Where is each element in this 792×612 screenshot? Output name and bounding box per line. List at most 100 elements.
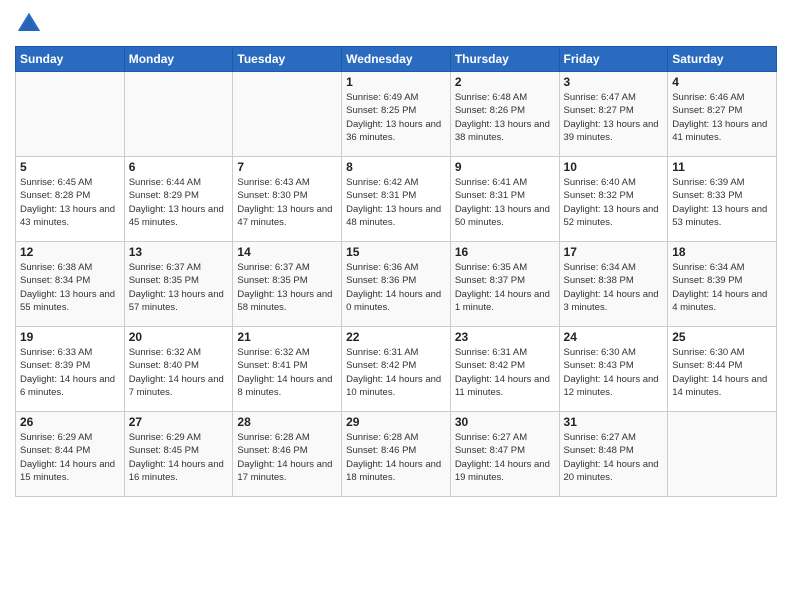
day-number: 17 <box>564 245 664 259</box>
day-number: 23 <box>455 330 555 344</box>
day-info: Sunrise: 6:29 AM Sunset: 8:45 PM Dayligh… <box>129 431 229 484</box>
day-info: Sunrise: 6:43 AM Sunset: 8:30 PM Dayligh… <box>237 176 337 229</box>
calendar-cell: 27 Sunrise: 6:29 AM Sunset: 8:45 PM Dayli… <box>124 412 233 497</box>
day-number: 6 <box>129 160 229 174</box>
day-number: 10 <box>564 160 664 174</box>
calendar-cell: 1 Sunrise: 6:49 AM Sunset: 8:25 PM Daylig… <box>342 72 451 157</box>
day-info: Sunrise: 6:35 AM Sunset: 8:37 PM Dayligh… <box>455 261 555 314</box>
day-info: Sunrise: 6:38 AM Sunset: 8:34 PM Dayligh… <box>20 261 120 314</box>
day-info: Sunrise: 6:41 AM Sunset: 8:31 PM Dayligh… <box>455 176 555 229</box>
header-row: SundayMondayTuesdayWednesdayThursdayFrid… <box>16 47 777 72</box>
day-number: 31 <box>564 415 664 429</box>
calendar-cell: 25Sunrise: 6:30 AM Sunset: 8:44 PM Dayli… <box>668 327 777 412</box>
calendar-week-1: 1 Sunrise: 6:49 AM Sunset: 8:25 PM Daylig… <box>16 72 777 157</box>
column-header-monday: Monday <box>124 47 233 72</box>
calendar-cell: 3 Sunrise: 6:47 AM Sunset: 8:27 PM Daylig… <box>559 72 668 157</box>
calendar-cell <box>124 72 233 157</box>
column-header-saturday: Saturday <box>668 47 777 72</box>
calendar-body: 1 Sunrise: 6:49 AM Sunset: 8:25 PM Daylig… <box>16 72 777 497</box>
day-info: Sunrise: 6:29 AM Sunset: 8:44 PM Dayligh… <box>20 431 120 484</box>
column-header-thursday: Thursday <box>450 47 559 72</box>
calendar-cell: 5 Sunrise: 6:45 AM Sunset: 8:28 PM Daylig… <box>16 157 125 242</box>
day-number: 4 <box>672 75 772 89</box>
day-info: Sunrise: 6:37 AM Sunset: 8:35 PM Dayligh… <box>237 261 337 314</box>
column-header-sunday: Sunday <box>16 47 125 72</box>
calendar-cell: 13 Sunrise: 6:37 AM Sunset: 8:35 PM Dayli… <box>124 242 233 327</box>
calendar-cell: 30 Sunrise: 6:27 AM Sunset: 8:47 PM Dayli… <box>450 412 559 497</box>
page-header <box>15 10 777 38</box>
calendar-cell: 23 Sunrise: 6:31 AM Sunset: 8:42 PM Dayli… <box>450 327 559 412</box>
day-info: Sunrise: 6:48 AM Sunset: 8:26 PM Dayligh… <box>455 91 555 144</box>
day-number: 16 <box>455 245 555 259</box>
calendar-week-5: 26 Sunrise: 6:29 AM Sunset: 8:44 PM Dayli… <box>16 412 777 497</box>
calendar-cell: 24 Sunrise: 6:30 AM Sunset: 8:43 PM Dayli… <box>559 327 668 412</box>
calendar-cell: 17 Sunrise: 6:34 AM Sunset: 8:38 PM Dayli… <box>559 242 668 327</box>
logo-icon <box>15 10 43 38</box>
day-number: 15 <box>346 245 446 259</box>
day-info: Sunrise: 6:30 AM Sunset: 8:44 PM Dayligh… <box>672 346 772 399</box>
calendar-cell: 8 Sunrise: 6:42 AM Sunset: 8:31 PM Daylig… <box>342 157 451 242</box>
day-number: 1 <box>346 75 446 89</box>
day-info: Sunrise: 6:31 AM Sunset: 8:42 PM Dayligh… <box>455 346 555 399</box>
day-number: 3 <box>564 75 664 89</box>
day-number: 28 <box>237 415 337 429</box>
calendar-cell <box>668 412 777 497</box>
calendar-cell: 6 Sunrise: 6:44 AM Sunset: 8:29 PM Daylig… <box>124 157 233 242</box>
day-number: 24 <box>564 330 664 344</box>
calendar-cell: 29Sunrise: 6:28 AM Sunset: 8:46 PM Dayli… <box>342 412 451 497</box>
day-info: Sunrise: 6:27 AM Sunset: 8:47 PM Dayligh… <box>455 431 555 484</box>
day-number: 5 <box>20 160 120 174</box>
calendar-cell: 12 Sunrise: 6:38 AM Sunset: 8:34 PM Dayli… <box>16 242 125 327</box>
day-number: 14 <box>237 245 337 259</box>
day-info: Sunrise: 6:47 AM Sunset: 8:27 PM Dayligh… <box>564 91 664 144</box>
day-number: 21 <box>237 330 337 344</box>
calendar-cell: 16 Sunrise: 6:35 AM Sunset: 8:37 PM Dayli… <box>450 242 559 327</box>
day-number: 26 <box>20 415 120 429</box>
column-header-wednesday: Wednesday <box>342 47 451 72</box>
day-info: Sunrise: 6:36 AM Sunset: 8:36 PM Dayligh… <box>346 261 446 314</box>
calendar-cell <box>16 72 125 157</box>
column-header-tuesday: Tuesday <box>233 47 342 72</box>
day-number: 27 <box>129 415 229 429</box>
column-header-friday: Friday <box>559 47 668 72</box>
calendar-cell: 26 Sunrise: 6:29 AM Sunset: 8:44 PM Dayli… <box>16 412 125 497</box>
day-number: 30 <box>455 415 555 429</box>
calendar-cell: 4 Sunrise: 6:46 AM Sunset: 8:27 PM Daylig… <box>668 72 777 157</box>
calendar-cell: 22Sunrise: 6:31 AM Sunset: 8:42 PM Dayli… <box>342 327 451 412</box>
calendar-cell: 2 Sunrise: 6:48 AM Sunset: 8:26 PM Daylig… <box>450 72 559 157</box>
day-info: Sunrise: 6:49 AM Sunset: 8:25 PM Dayligh… <box>346 91 446 144</box>
day-number: 18 <box>672 245 772 259</box>
day-info: Sunrise: 6:32 AM Sunset: 8:40 PM Dayligh… <box>129 346 229 399</box>
calendar-week-3: 12 Sunrise: 6:38 AM Sunset: 8:34 PM Dayli… <box>16 242 777 327</box>
calendar-cell: 31 Sunrise: 6:27 AM Sunset: 8:48 PM Dayli… <box>559 412 668 497</box>
calendar-cell: 9Sunrise: 6:41 AM Sunset: 8:31 PM Daylig… <box>450 157 559 242</box>
calendar-week-2: 5 Sunrise: 6:45 AM Sunset: 8:28 PM Daylig… <box>16 157 777 242</box>
day-number: 29 <box>346 415 446 429</box>
day-number: 22 <box>346 330 446 344</box>
calendar-cell: 10Sunrise: 6:40 AM Sunset: 8:32 PM Dayli… <box>559 157 668 242</box>
calendar-cell <box>233 72 342 157</box>
calendar-cell: 20Sunrise: 6:32 AM Sunset: 8:40 PM Dayli… <box>124 327 233 412</box>
day-number: 19 <box>20 330 120 344</box>
day-info: Sunrise: 6:46 AM Sunset: 8:27 PM Dayligh… <box>672 91 772 144</box>
day-number: 7 <box>237 160 337 174</box>
calendar-week-4: 19Sunrise: 6:33 AM Sunset: 8:39 PM Dayli… <box>16 327 777 412</box>
day-info: Sunrise: 6:44 AM Sunset: 8:29 PM Dayligh… <box>129 176 229 229</box>
day-info: Sunrise: 6:34 AM Sunset: 8:39 PM Dayligh… <box>672 261 772 314</box>
day-info: Sunrise: 6:34 AM Sunset: 8:38 PM Dayligh… <box>564 261 664 314</box>
day-info: Sunrise: 6:30 AM Sunset: 8:43 PM Dayligh… <box>564 346 664 399</box>
calendar-cell: 21 Sunrise: 6:32 AM Sunset: 8:41 PM Dayli… <box>233 327 342 412</box>
calendar-cell: 28Sunrise: 6:28 AM Sunset: 8:46 PM Dayli… <box>233 412 342 497</box>
calendar-header: SundayMondayTuesdayWednesdayThursdayFrid… <box>16 47 777 72</box>
day-number: 12 <box>20 245 120 259</box>
day-info: Sunrise: 6:37 AM Sunset: 8:35 PM Dayligh… <box>129 261 229 314</box>
day-info: Sunrise: 6:42 AM Sunset: 8:31 PM Dayligh… <box>346 176 446 229</box>
day-info: Sunrise: 6:27 AM Sunset: 8:48 PM Dayligh… <box>564 431 664 484</box>
logo <box>15 10 47 38</box>
calendar-cell: 18 Sunrise: 6:34 AM Sunset: 8:39 PM Dayli… <box>668 242 777 327</box>
day-number: 13 <box>129 245 229 259</box>
day-number: 2 <box>455 75 555 89</box>
day-info: Sunrise: 6:45 AM Sunset: 8:28 PM Dayligh… <box>20 176 120 229</box>
day-info: Sunrise: 6:32 AM Sunset: 8:41 PM Dayligh… <box>237 346 337 399</box>
day-number: 8 <box>346 160 446 174</box>
